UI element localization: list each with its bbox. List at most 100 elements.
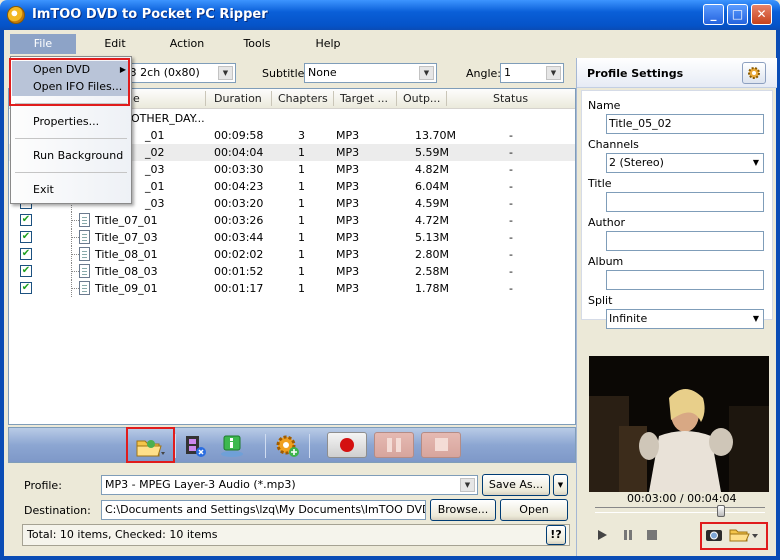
menu-edit[interactable]: Edit [94,34,136,54]
subtitle-value: None [308,66,337,79]
cell-duration: 00:03:30 [214,163,264,176]
menu-tools[interactable]: Tools [236,34,278,54]
add-profile-button[interactable] [273,433,301,459]
menu-help[interactable]: Help [310,34,346,54]
cell-duration: 00:01:52 [214,265,264,278]
audio-track-value: C3 2ch (0x80) [122,66,200,79]
minimize-button[interactable]: _ [703,4,724,25]
cell-status: - [509,163,513,176]
browse-button[interactable]: Browse... [430,499,496,521]
audio-track-select[interactable]: C3 2ch (0x80) ▼ [118,63,236,83]
action-toolbar [8,427,576,463]
angle-label: Angle: [466,67,502,80]
author-input[interactable] [606,231,764,251]
cell-name: Title_07_03 [95,231,158,244]
menu-separator [15,103,127,104]
table-row[interactable]: ✔ Title_09_01 00:01:17 1 MP3 1.78M - [9,280,575,297]
cell-status: - [509,146,513,159]
stop-button[interactable] [421,432,461,458]
column-duration[interactable]: Duration [214,92,262,105]
pause-button[interactable] [374,432,414,458]
chevron-down-icon: ▼ [460,478,475,492]
column-name[interactable]: e [133,92,140,105]
angle-select[interactable]: 1 ▼ [500,63,564,83]
profile-value: MP3 - MPEG Layer-3 Audio (*.mp3) [105,478,296,491]
cell-duration: 00:03:44 [214,231,264,244]
menu-file[interactable]: File [10,34,76,54]
cell-target: MP3 [336,146,360,159]
cell-name: _03 [145,163,165,176]
column-status[interactable]: Status [493,92,528,105]
column-output[interactable]: Outp... [403,92,440,105]
menu-separator [15,138,127,139]
tree-line [71,220,79,221]
table-row[interactable]: ✔ Title_08_01 00:02:02 1 MP3 2.80M - [9,246,575,263]
file-icon [79,230,90,244]
author-label: Author [588,216,626,229]
save-as-dropdown-button[interactable]: ▼ [553,474,568,496]
open-folder-icon[interactable] [729,527,759,543]
save-as-button[interactable]: Save As... [482,474,550,496]
destination-input[interactable]: C:\Documents and Settings\lzq\My Documen… [101,500,426,520]
file-icon [79,264,90,278]
angle-value: 1 [504,66,511,79]
cell-name: _01 [145,129,165,142]
advanced-settings-button[interactable] [742,62,766,84]
title-input[interactable] [606,192,764,212]
column-chapters[interactable]: Chapters [278,92,328,105]
name-input[interactable]: Title_05_02 [606,114,764,134]
video-preview [589,356,769,492]
seek-thumb[interactable] [716,505,725,517]
open-folder-button[interactable] [131,433,169,459]
menu-item-run-background[interactable]: Run Background [12,147,130,165]
menu-item-exit[interactable]: Exit [12,181,130,199]
column-target[interactable]: Target ... [340,92,388,105]
cell-output: 13.70M [415,129,456,142]
cell-chapters: 1 [298,231,305,244]
menu-action[interactable]: Action [164,34,210,54]
cell-target: MP3 [336,282,360,295]
close-button[interactable]: ✕ [751,4,772,25]
row-checkbox[interactable]: ✔ [20,282,32,294]
seek-bar[interactable] [595,507,765,513]
cell-duration: 00:02:02 [214,248,264,261]
help-button[interactable]: !? [546,525,566,545]
table-row[interactable]: ✔ Title_07_01 00:03:26 1 MP3 4.72M - [9,212,575,229]
stop-icon[interactable] [645,528,659,542]
cell-chapters: 1 [298,214,305,227]
play-icon[interactable] [595,528,609,542]
maximize-button[interactable]: □ [727,4,748,25]
album-input[interactable] [606,270,764,290]
chevron-down-icon: ▼ [419,66,434,80]
table-row[interactable]: ✔ Title_08_03 00:01:52 1 MP3 2.58M - [9,263,575,280]
channels-value: 2 (Stereo) [609,156,664,169]
profile-settings-header: Profile Settings [577,58,777,88]
toolbar-separator [265,434,266,458]
album-label: Album [588,255,624,268]
subtitle-select[interactable]: None ▼ [304,63,437,83]
channels-select[interactable]: 2 (Stereo) ▼ [606,153,764,173]
menu-item-open-dvd[interactable]: Open DVD ▶ [12,61,130,79]
row-checkbox[interactable]: ✔ [20,248,32,260]
table-row[interactable]: ✔ Title_07_03 00:03:44 1 MP3 5.13M - [9,229,575,246]
tree-line [71,288,79,289]
row-checkbox[interactable]: ✔ [20,265,32,277]
row-checkbox[interactable]: ✔ [20,231,32,243]
info-button[interactable] [217,433,245,459]
cell-chapters: 1 [298,146,305,159]
profile-select[interactable]: MP3 - MPEG Layer-3 Audio (*.mp3) ▼ [101,475,478,495]
camera-icon[interactable] [705,527,723,543]
remove-button[interactable] [181,433,209,459]
record-button[interactable] [327,432,367,458]
cell-status: - [509,282,513,295]
row-checkbox[interactable]: ✔ [20,214,32,226]
split-select[interactable]: Infinite ▼ [606,309,764,329]
menu-item-open-ifo[interactable]: Open IFO Files... [12,78,130,96]
cell-output: 5.13M [415,231,449,244]
status-bar: Total: 10 items, Checked: 10 items [22,524,570,546]
open-button[interactable]: Open [500,499,568,521]
preview-frame-image [589,356,769,492]
cell-target: MP3 [336,214,360,227]
pause-icon[interactable] [621,528,635,542]
menu-item-properties[interactable]: Properties... [12,113,130,131]
